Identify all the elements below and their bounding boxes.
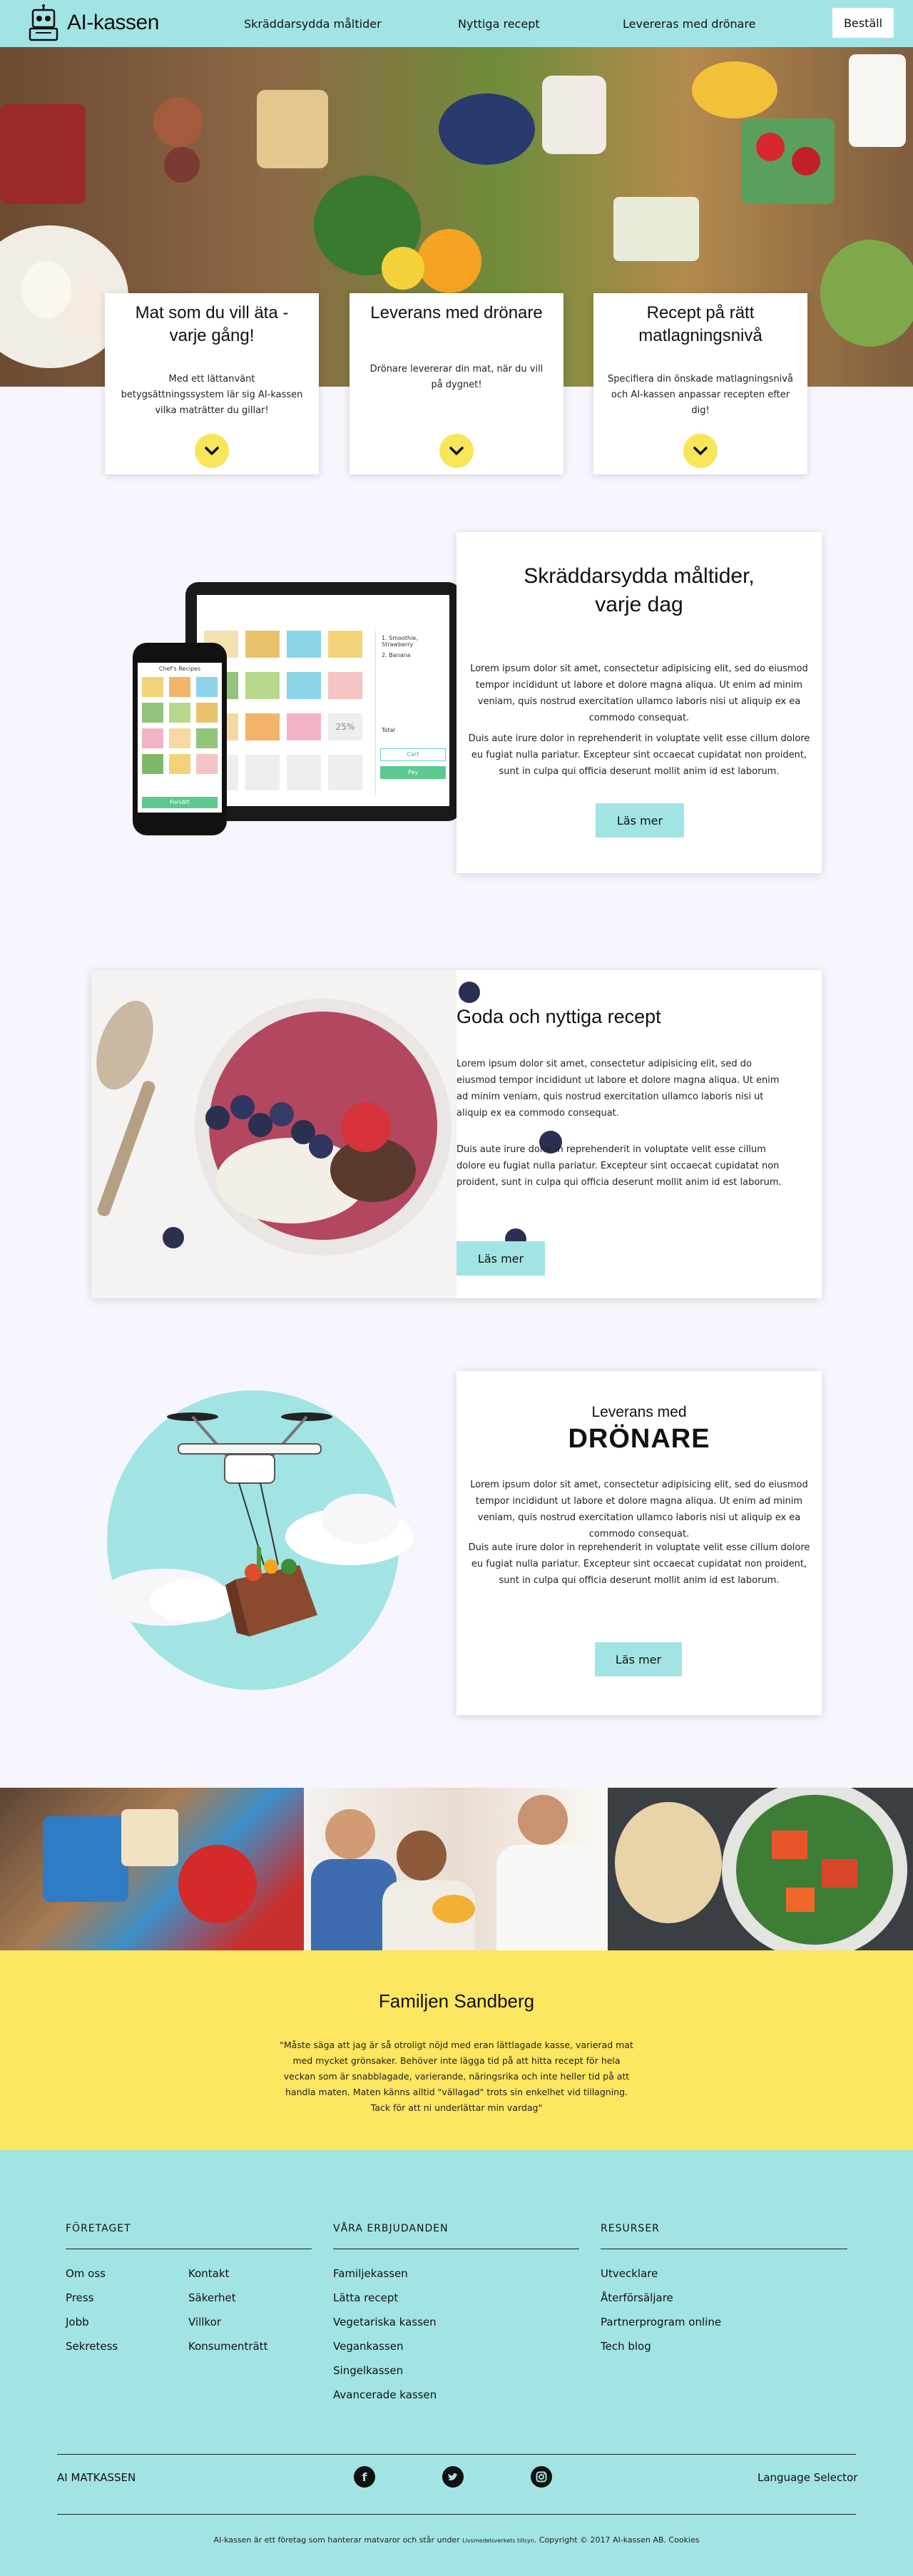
- footer-link-vegetarian-box[interactable]: Vegetariska kassen: [333, 2316, 437, 2328]
- order-button[interactable]: Beställ: [832, 8, 894, 38]
- phone-mockup: Chef's Recipes Forsätt: [133, 643, 227, 835]
- footer-divider: [57, 2514, 856, 2515]
- tablet-item: 2. Banana: [382, 652, 411, 658]
- drone-card: Leverans med DRÖNARE Lorem ipsum dolor s…: [456, 1371, 822, 1715]
- footer-link-security[interactable]: Säkerhet: [188, 2291, 236, 2304]
- testimonial-name: Familjen Sandberg: [378, 1990, 535, 2012]
- section-title: DRÖNARE: [568, 1424, 710, 1454]
- drone-icon: [167, 1412, 332, 1636]
- photo-groceries: [0, 1788, 304, 1950]
- footer-link-resellers[interactable]: Återförsäljare: [601, 2291, 673, 2304]
- section-paragraph-2: Duis aute irure dolor in reprehenderit i…: [468, 1542, 810, 1586]
- read-more-button[interactable]: Läs mer: [456, 1241, 545, 1276]
- chevron-down-icon: [205, 447, 219, 455]
- site-footer: FÖRETAGET Om oss Press Jobb Sekretess Ko…: [0, 2150, 913, 2576]
- tablet-pay-button: Pay: [380, 766, 446, 779]
- section-paragraph-2: Duis aute irure dolor in reprehenderit i…: [468, 733, 810, 777]
- expand-button[interactable]: [195, 434, 229, 468]
- phone-header: Chef's Recipes: [158, 666, 201, 672]
- twitter-link[interactable]: [442, 2466, 464, 2488]
- footer-link-advanced-box[interactable]: Avancerade kassen: [333, 2388, 437, 2401]
- feature-text: Med ett lättanvänt betygsättningssystem …: [121, 374, 303, 416]
- footer-link-terms[interactable]: Villkor: [188, 2316, 221, 2328]
- nav-tailored-meals[interactable]: Skräddarsydda måltider: [244, 17, 382, 31]
- footer-link-about[interactable]: Om oss: [66, 2267, 106, 2280]
- footer-link-press[interactable]: Press: [66, 2291, 93, 2304]
- logo[interactable]: AI-kassen: [27, 4, 159, 41]
- tablet-item: 1. Smoothie, Strawberry: [382, 635, 418, 648]
- copyright-text: AI-kassen är ett företag som hanterar ma…: [213, 2535, 460, 2545]
- recipes-card: Goda och nyttiga recept Lorem ipsum dolo…: [91, 970, 822, 1298]
- facebook-link[interactable]: f: [354, 2466, 375, 2488]
- footer-link-contact[interactable]: Kontakt: [188, 2267, 229, 2280]
- footer-link-single-box[interactable]: Singelkassen: [333, 2364, 403, 2377]
- nav-drone-delivery[interactable]: Levereras med drönare: [623, 17, 756, 31]
- section-paragraph-1: Lorem ipsum dolor sit amet, consectetur …: [470, 663, 808, 723]
- copyright-suffix: . Copyright © 2017 AI-kassen AB. Cookies: [534, 2535, 700, 2545]
- footer-link-jobs[interactable]: Jobb: [66, 2316, 89, 2328]
- site-header: AI-kassen Skräddarsydda måltider Nyttiga…: [0, 0, 913, 47]
- footer-link-family-box[interactable]: Familjekassen: [333, 2267, 408, 2280]
- read-more-button[interactable]: Läs mer: [595, 1642, 682, 1676]
- facebook-icon: f: [362, 2470, 368, 2484]
- footer-link-partner-program[interactable]: Partnerprogram online: [601, 2316, 721, 2328]
- feature-card-food: Mat som du vill äta - varje gång! Med et…: [105, 293, 319, 474]
- smoothie-bowl-image: [91, 970, 456, 1298]
- footer-heading-resources: RESURSER: [601, 2223, 660, 2234]
- phone-continue-button: Forsätt: [142, 797, 218, 808]
- expand-button[interactable]: [439, 434, 474, 468]
- section-subtitle: Leverans med: [591, 1404, 687, 1420]
- copyright-authority-link[interactable]: Livsmedelsverkets tillsyn: [462, 2537, 534, 2544]
- section-paragraph-2: Duis aute irure dolor in reprehenderit i…: [456, 1144, 782, 1188]
- tablet-total: Total: [382, 727, 395, 733]
- chevron-down-icon: [449, 447, 464, 455]
- footer-link-privacy[interactable]: Sekretess: [66, 2340, 118, 2353]
- tablet-cart-button: Cart: [380, 748, 446, 761]
- footer-link-developers[interactable]: Utvecklare: [601, 2267, 658, 2280]
- footer-link-consumer-rights[interactable]: Konsumenträtt: [188, 2340, 267, 2353]
- footer-brand: AI MATKASSEN: [57, 2471, 136, 2484]
- language-selector[interactable]: Language Selector: [758, 2471, 857, 2484]
- footer-divider: [57, 2454, 856, 2455]
- testimonial-section: Familjen Sandberg "Måste säga att jag är…: [0, 1950, 913, 2150]
- footer-link-easy-recipes[interactable]: Lätta recept: [333, 2291, 398, 2304]
- feature-title: Leverans med drönare: [370, 303, 543, 322]
- devices-illustration: 25% 1. Smoothie, Strawberry 2. Banana To…: [126, 582, 461, 839]
- feature-title: Mat som du vill äta - varje gång!: [135, 303, 289, 345]
- feature-card-drone: Leverans med drönare Drönare levererar d…: [350, 293, 563, 474]
- photo-salad: [608, 1788, 913, 1950]
- tablet-sidebar: 1. Smoothie, Strawberry 2. Banana Total …: [375, 631, 449, 795]
- section-title: Goda och nyttiga recept: [456, 1006, 661, 1027]
- instagram-icon: [536, 2471, 547, 2483]
- chevron-down-icon: [693, 447, 708, 455]
- percent-label: 25%: [328, 713, 362, 740]
- feature-text: Drönare levererar din mat, när du vill p…: [369, 364, 544, 390]
- feature-title: Recept på rätt matlagningsnivå: [638, 303, 762, 345]
- twitter-icon: [448, 2473, 458, 2480]
- feature-card-recipes: Recept på rätt matlagningsnivå Specifier…: [593, 293, 807, 474]
- nav-healthy-recipes[interactable]: Nyttiga recept: [458, 17, 540, 31]
- footer-heading-company: FÖRETAGET: [66, 2223, 131, 2234]
- section-paragraph-1: Lorem ipsum dolor sit amet, consectetur …: [470, 1480, 808, 1539]
- expand-button[interactable]: [683, 434, 718, 468]
- tailored-meals-card: Skräddarsydda måltider, varje dag Lorem …: [456, 532, 822, 873]
- section-paragraph-1: Lorem ipsum dolor sit amet, consectetur …: [456, 1059, 780, 1119]
- read-more-button[interactable]: Läs mer: [596, 803, 684, 838]
- drone-illustration: [100, 1387, 414, 1694]
- robot-icon: [29, 4, 58, 41]
- feature-text: Specifiera din önskade matlagningsnivå o…: [608, 374, 793, 416]
- photo-family-cooking: [304, 1788, 608, 1950]
- berry-decoration: [459, 982, 480, 1003]
- logo-text: AI-kassen: [67, 11, 159, 34]
- footer-link-tech-blog[interactable]: Tech blog: [601, 2340, 651, 2353]
- section-title: Skräddarsydda måltider, varje dag: [524, 564, 755, 616]
- footer-heading-offers: VÅRA ERBJUDANDEN: [333, 2223, 449, 2234]
- footer-link-vegan-box[interactable]: Vegankassen: [333, 2340, 404, 2353]
- copyright: AI-kassen är ett företag som hanterar ma…: [0, 2535, 913, 2545]
- svg-text:f: f: [362, 2470, 368, 2484]
- instagram-link[interactable]: [531, 2466, 552, 2488]
- testimonial-quote: "Måste säga att jag är så otroligt nöjd …: [280, 2040, 633, 2113]
